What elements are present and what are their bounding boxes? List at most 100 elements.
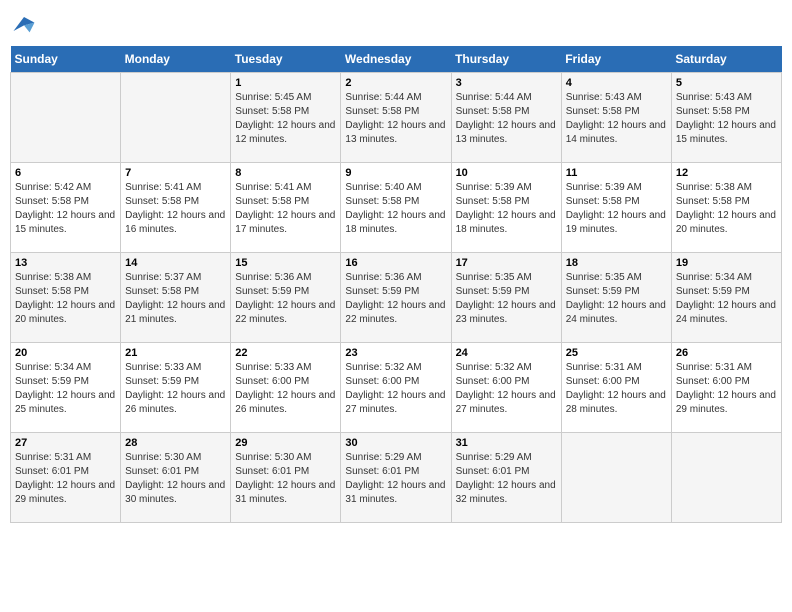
day-info: Sunrise: 5:33 AM Sunset: 6:00 PM Dayligh… bbox=[235, 361, 336, 417]
calendar-cell: 16Sunrise: 5:36 AM Sunset: 5:59 PM Dayli… bbox=[341, 253, 451, 343]
week-row-5: 27 Sunrise: 5:31 AM Sunset: 6:01 PM Dayli… bbox=[11, 433, 782, 523]
day-number: 6 bbox=[15, 167, 116, 179]
day-number: 25 bbox=[566, 347, 667, 359]
calendar-cell: 11 Sunrise: 5:39 AM Sunset: 5:58 PM Dayli… bbox=[561, 163, 671, 253]
day-number: 28 bbox=[125, 437, 226, 449]
calendar-cell bbox=[121, 73, 231, 163]
calendar-cell: 5 Sunrise: 5:43 AM Sunset: 5:58 PM Daylig… bbox=[671, 73, 781, 163]
day-info: Sunrise: 5:44 AM Sunset: 5:58 PM Dayligh… bbox=[345, 91, 446, 147]
day-number: 1 bbox=[235, 77, 336, 89]
calendar-cell: 21 Sunrise: 5:33 AM Sunset: 5:59 PM Dayli… bbox=[121, 343, 231, 433]
day-info: Sunrise: 5:30 AM Sunset: 6:01 PM Dayligh… bbox=[235, 451, 336, 507]
calendar-cell: 13 Sunrise: 5:38 AM Sunset: 5:58 PM Dayli… bbox=[11, 253, 121, 343]
day-number: 20 bbox=[15, 347, 116, 359]
calendar-cell: 2 Sunrise: 5:44 AM Sunset: 5:58 PM Daylig… bbox=[341, 73, 451, 163]
calendar-cell: 12 Sunrise: 5:38 AM Sunset: 5:58 PM Dayli… bbox=[671, 163, 781, 253]
day-info: Sunrise: 5:38 AM Sunset: 5:58 PM Dayligh… bbox=[676, 181, 777, 237]
calendar-cell: 9Sunrise: 5:40 AM Sunset: 5:58 PM Daylig… bbox=[341, 163, 451, 253]
calendar-cell: 22 Sunrise: 5:33 AM Sunset: 6:00 PM Dayli… bbox=[231, 343, 341, 433]
calendar-cell: 14Sunrise: 5:37 AM Sunset: 5:58 PM Dayli… bbox=[121, 253, 231, 343]
calendar-cell bbox=[561, 433, 671, 523]
calendar-cell bbox=[11, 73, 121, 163]
logo-icon bbox=[10, 10, 38, 38]
day-info: Sunrise: 5:31 AM Sunset: 6:00 PM Dayligh… bbox=[676, 361, 777, 417]
day-number: 15 bbox=[235, 257, 336, 269]
day-info: Sunrise: 5:29 AM Sunset: 6:01 PM Dayligh… bbox=[345, 451, 446, 507]
weekday-header-friday: Friday bbox=[561, 46, 671, 73]
day-info: Sunrise: 5:31 AM Sunset: 6:00 PM Dayligh… bbox=[566, 361, 667, 417]
day-info: Sunrise: 5:39 AM Sunset: 5:58 PM Dayligh… bbox=[566, 181, 667, 237]
day-number: 17 bbox=[456, 257, 557, 269]
day-number: 21 bbox=[125, 347, 226, 359]
calendar-cell: 30 Sunrise: 5:29 AM Sunset: 6:01 PM Dayli… bbox=[341, 433, 451, 523]
day-number: 22 bbox=[235, 347, 336, 359]
calendar-cell: 20 Sunrise: 5:34 AM Sunset: 5:59 PM Dayli… bbox=[11, 343, 121, 433]
calendar-cell: 6 Sunrise: 5:42 AM Sunset: 5:58 PM Daylig… bbox=[11, 163, 121, 253]
day-info: Sunrise: 5:38 AM Sunset: 5:58 PM Dayligh… bbox=[15, 271, 116, 327]
calendar-cell: 28Sunrise: 5:30 AM Sunset: 6:01 PM Dayli… bbox=[121, 433, 231, 523]
day-number: 18 bbox=[566, 257, 667, 269]
day-number: 2 bbox=[345, 77, 446, 89]
weekday-header-row: SundayMondayTuesdayWednesdayThursdayFrid… bbox=[11, 46, 782, 73]
calendar-cell: 18 Sunrise: 5:35 AM Sunset: 5:59 PM Dayli… bbox=[561, 253, 671, 343]
day-number: 12 bbox=[676, 167, 777, 179]
calendar-cell: 3Sunrise: 5:44 AM Sunset: 5:58 PM Daylig… bbox=[451, 73, 561, 163]
day-info: Sunrise: 5:43 AM Sunset: 5:58 PM Dayligh… bbox=[566, 91, 667, 147]
day-number: 19 bbox=[676, 257, 777, 269]
calendar-cell: 31 Sunrise: 5:29 AM Sunset: 6:01 PM Dayli… bbox=[451, 433, 561, 523]
day-info: Sunrise: 5:33 AM Sunset: 5:59 PM Dayligh… bbox=[125, 361, 226, 417]
day-number: 4 bbox=[566, 77, 667, 89]
day-info: Sunrise: 5:41 AM Sunset: 5:58 PM Dayligh… bbox=[125, 181, 226, 237]
week-row-4: 20 Sunrise: 5:34 AM Sunset: 5:59 PM Dayli… bbox=[11, 343, 782, 433]
day-info: Sunrise: 5:32 AM Sunset: 6:00 PM Dayligh… bbox=[456, 361, 557, 417]
calendar-cell: 17 Sunrise: 5:35 AM Sunset: 5:59 PM Dayli… bbox=[451, 253, 561, 343]
day-info: Sunrise: 5:35 AM Sunset: 5:59 PM Dayligh… bbox=[566, 271, 667, 327]
day-info: Sunrise: 5:29 AM Sunset: 6:01 PM Dayligh… bbox=[456, 451, 557, 507]
day-info: Sunrise: 5:39 AM Sunset: 5:58 PM Dayligh… bbox=[456, 181, 557, 237]
week-row-3: 13 Sunrise: 5:38 AM Sunset: 5:58 PM Dayli… bbox=[11, 253, 782, 343]
day-info: Sunrise: 5:34 AM Sunset: 5:59 PM Dayligh… bbox=[676, 271, 777, 327]
day-number: 5 bbox=[676, 77, 777, 89]
day-info: Sunrise: 5:32 AM Sunset: 6:00 PM Dayligh… bbox=[345, 361, 446, 417]
day-number: 11 bbox=[566, 167, 667, 179]
day-info: Sunrise: 5:43 AM Sunset: 5:58 PM Dayligh… bbox=[676, 91, 777, 147]
weekday-header-wednesday: Wednesday bbox=[341, 46, 451, 73]
day-number: 8 bbox=[235, 167, 336, 179]
calendar-cell bbox=[671, 433, 781, 523]
week-row-2: 6 Sunrise: 5:42 AM Sunset: 5:58 PM Daylig… bbox=[11, 163, 782, 253]
calendar-cell: 15 Sunrise: 5:36 AM Sunset: 5:59 PM Dayli… bbox=[231, 253, 341, 343]
week-row-1: 1 Sunrise: 5:45 AM Sunset: 5:58 PM Daylig… bbox=[11, 73, 782, 163]
day-number: 10 bbox=[456, 167, 557, 179]
calendar-cell: 1 Sunrise: 5:45 AM Sunset: 5:58 PM Daylig… bbox=[231, 73, 341, 163]
day-info: Sunrise: 5:34 AM Sunset: 5:59 PM Dayligh… bbox=[15, 361, 116, 417]
calendar-cell: 24 Sunrise: 5:32 AM Sunset: 6:00 PM Dayli… bbox=[451, 343, 561, 433]
day-number: 30 bbox=[345, 437, 446, 449]
day-number: 26 bbox=[676, 347, 777, 359]
day-info: Sunrise: 5:36 AM Sunset: 5:59 PM Dayligh… bbox=[235, 271, 336, 327]
day-info: Sunrise: 5:40 AM Sunset: 5:58 PM Dayligh… bbox=[345, 181, 446, 237]
weekday-header-sunday: Sunday bbox=[11, 46, 121, 73]
day-number: 24 bbox=[456, 347, 557, 359]
day-info: Sunrise: 5:41 AM Sunset: 5:58 PM Dayligh… bbox=[235, 181, 336, 237]
weekday-header-monday: Monday bbox=[121, 46, 231, 73]
day-number: 29 bbox=[235, 437, 336, 449]
calendar-cell: 26 Sunrise: 5:31 AM Sunset: 6:00 PM Dayli… bbox=[671, 343, 781, 433]
calendar-cell: 19 Sunrise: 5:34 AM Sunset: 5:59 PM Dayli… bbox=[671, 253, 781, 343]
day-info: Sunrise: 5:36 AM Sunset: 5:59 PM Dayligh… bbox=[345, 271, 446, 327]
day-number: 31 bbox=[456, 437, 557, 449]
day-number: 14 bbox=[125, 257, 226, 269]
calendar-cell: 27 Sunrise: 5:31 AM Sunset: 6:01 PM Dayli… bbox=[11, 433, 121, 523]
calendar-cell: 10 Sunrise: 5:39 AM Sunset: 5:58 PM Dayli… bbox=[451, 163, 561, 253]
day-info: Sunrise: 5:45 AM Sunset: 5:58 PM Dayligh… bbox=[235, 91, 336, 147]
day-number: 7 bbox=[125, 167, 226, 179]
day-info: Sunrise: 5:35 AM Sunset: 5:59 PM Dayligh… bbox=[456, 271, 557, 327]
day-info: Sunrise: 5:44 AM Sunset: 5:58 PM Dayligh… bbox=[456, 91, 557, 147]
day-number: 13 bbox=[15, 257, 116, 269]
calendar-cell: 29 Sunrise: 5:30 AM Sunset: 6:01 PM Dayli… bbox=[231, 433, 341, 523]
day-info: Sunrise: 5:31 AM Sunset: 6:01 PM Dayligh… bbox=[15, 451, 116, 507]
calendar-cell: 7 Sunrise: 5:41 AM Sunset: 5:58 PM Daylig… bbox=[121, 163, 231, 253]
logo bbox=[10, 10, 42, 38]
page-header bbox=[10, 10, 782, 38]
day-info: Sunrise: 5:42 AM Sunset: 5:58 PM Dayligh… bbox=[15, 181, 116, 237]
day-number: 27 bbox=[15, 437, 116, 449]
